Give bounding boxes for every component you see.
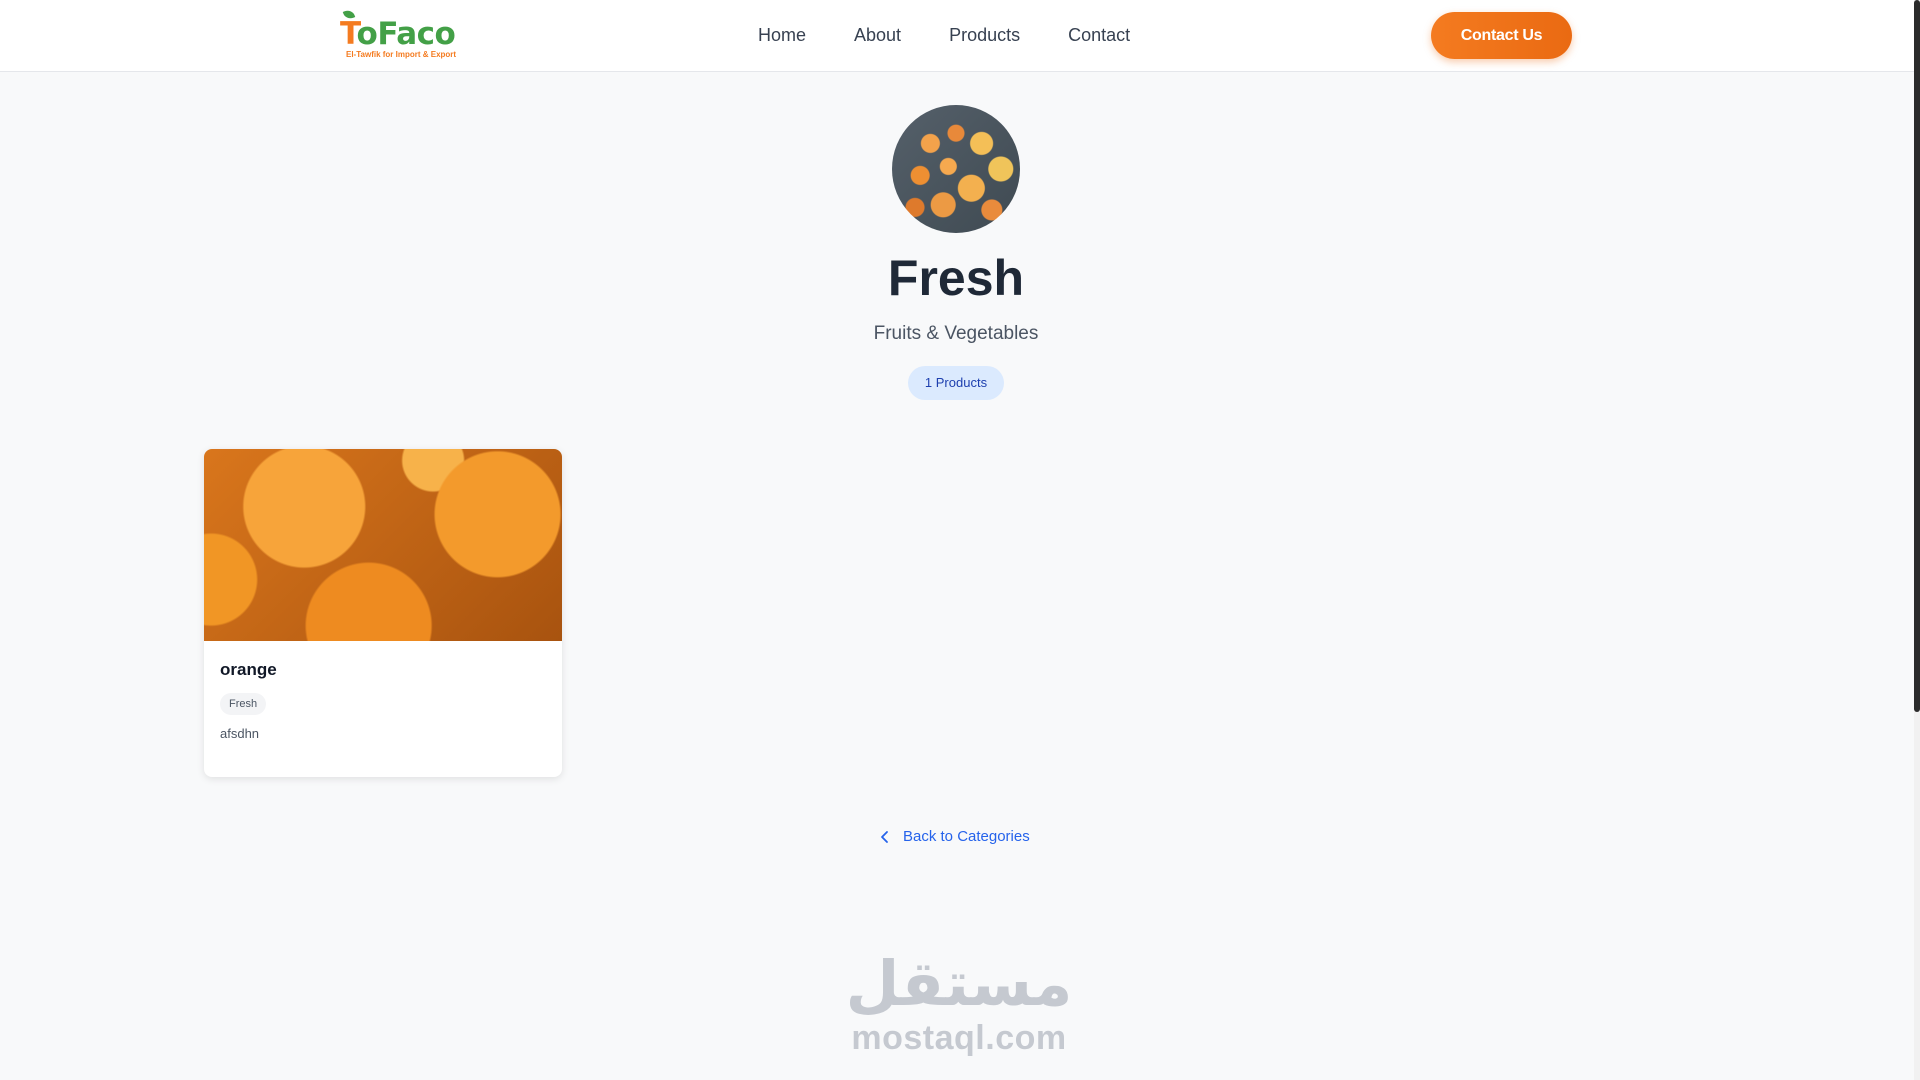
logo-wordmark: ToFaco: [340, 16, 456, 52]
nav-contact[interactable]: Contact: [1068, 23, 1130, 47]
nav-products[interactable]: Products: [949, 23, 1020, 47]
nav-home[interactable]: Home: [758, 23, 806, 47]
nav-about[interactable]: About: [854, 23, 901, 47]
category-title: Fresh: [887, 250, 1025, 306]
back-link-label: Back to Categories: [903, 828, 1030, 845]
product-card[interactable]: orange Fresh afsdhn: [204, 449, 562, 777]
watermark-arabic: مستقل: [845, 947, 1073, 1020]
product-description: afsdhn: [220, 726, 260, 741]
category-subtitle: Fruits & Vegetables: [873, 323, 1039, 344]
product-count-badge: 1 Products: [908, 366, 1004, 400]
site-logo[interactable]: ToFaco El-Tawfik for Import & Export: [340, 8, 464, 62]
watermark-logo: مستقل mostaql.com: [843, 948, 1075, 1060]
logo-tagline: El-Tawfik for Import & Export: [346, 50, 457, 59]
chevron-left-icon: [881, 831, 888, 843]
product-category-tag: Fresh: [220, 693, 267, 715]
watermark-latin: mostaql.com: [851, 1019, 1067, 1057]
main-nav: Home About Products Contact: [758, 23, 1178, 47]
category-image: [892, 105, 1020, 233]
product-image: [204, 449, 562, 641]
back-to-categories-link[interactable]: Back to Categories: [877, 826, 1030, 848]
scrollbar-thumb[interactable]: [1914, 0, 1920, 712]
contact-us-button[interactable]: Contact Us: [1431, 12, 1572, 59]
site-header: ToFaco El-Tawfik for Import & Export Hom…: [0, 0, 1914, 72]
product-name: orange: [220, 660, 277, 679]
